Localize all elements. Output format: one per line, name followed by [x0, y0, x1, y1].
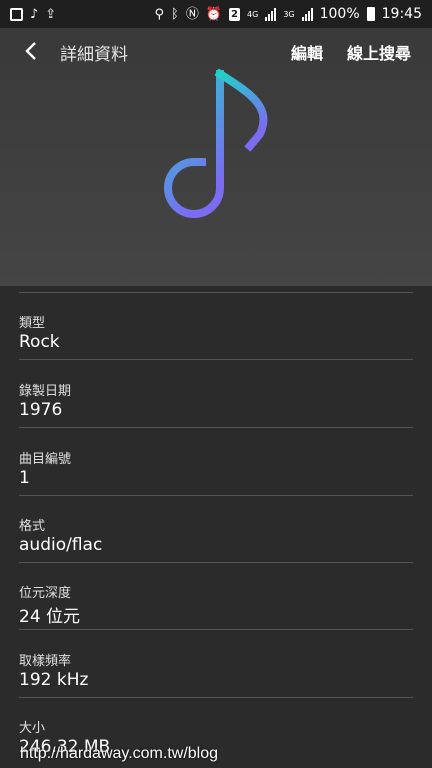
watermark-url: http://hardaway.com.tw/blog — [20, 745, 219, 762]
notification-badge: 2 — [229, 7, 241, 21]
back-button[interactable] — [18, 38, 44, 64]
detail-row-sample-rate: 取樣頻率 192 kHz — [19, 630, 413, 698]
detail-row-format: 格式 audio/flac — [19, 495, 413, 563]
status-bar-right: ⚲ ᛒ Ⓝ ⏰ 2 4G 3G 100% 19:45 — [155, 6, 423, 22]
clock: 19:45 — [381, 6, 422, 22]
bluetooth-icon: ᛒ — [171, 6, 179, 22]
usb-icon: ⇪ — [45, 6, 57, 22]
detail-value: 192 kHz — [19, 670, 89, 690]
edit-button[interactable]: 編輯 — [291, 40, 323, 64]
detail-label: 曲目編號 — [19, 452, 72, 467]
network-3g-label: 3G — [283, 9, 295, 19]
music-note-artwork-icon — [164, 68, 268, 218]
detail-value: 1976 — [19, 400, 63, 420]
detail-value: 1 — [19, 468, 30, 488]
detail-row-recording-date: 錄製日期 1976 — [19, 360, 413, 428]
page-title: 詳細資料 — [60, 45, 128, 65]
status-bar: ♪ ⇪ ⚲ ᛒ Ⓝ ⏰ 2 4G 3G 100% 19:45 — [0, 0, 432, 28]
detail-label: 大小 — [19, 721, 46, 736]
signal-icon-2 — [301, 7, 313, 21]
chevron-left-icon — [25, 42, 36, 60]
detail-label: 取樣頻率 — [19, 654, 72, 669]
detail-value: Rock — [19, 332, 60, 352]
battery-percent: 100% — [319, 6, 360, 22]
location-icon: ⚲ — [154, 6, 165, 22]
detail-value: audio/flac — [19, 535, 103, 555]
detail-row-track-number: 曲目編號 1 — [19, 428, 413, 496]
network-4g-label: 4G — [247, 9, 259, 19]
header: 詳細資料 編輯 線上搜尋 — [0, 28, 432, 286]
signal-icon — [265, 7, 277, 21]
status-bar-left: ♪ ⇪ — [10, 6, 57, 22]
detail-value: 24 位元 — [19, 607, 81, 627]
alarm-icon: ⏰ — [205, 6, 223, 22]
gallery-icon — [10, 7, 23, 21]
music-note-icon: ♪ — [30, 6, 39, 22]
detail-label: 位元深度 — [19, 586, 72, 601]
battery-icon — [366, 7, 375, 21]
detail-label: 錄製日期 — [19, 384, 72, 399]
detail-row-genre: 類型 Rock — [19, 292, 413, 360]
detail-label: 類型 — [19, 316, 46, 331]
detail-label: 格式 — [19, 519, 46, 534]
detail-row-bit-depth: 位元深度 24 位元 — [19, 562, 413, 630]
nfc-icon: Ⓝ — [185, 6, 199, 22]
online-search-button[interactable]: 線上搜尋 — [347, 40, 411, 64]
